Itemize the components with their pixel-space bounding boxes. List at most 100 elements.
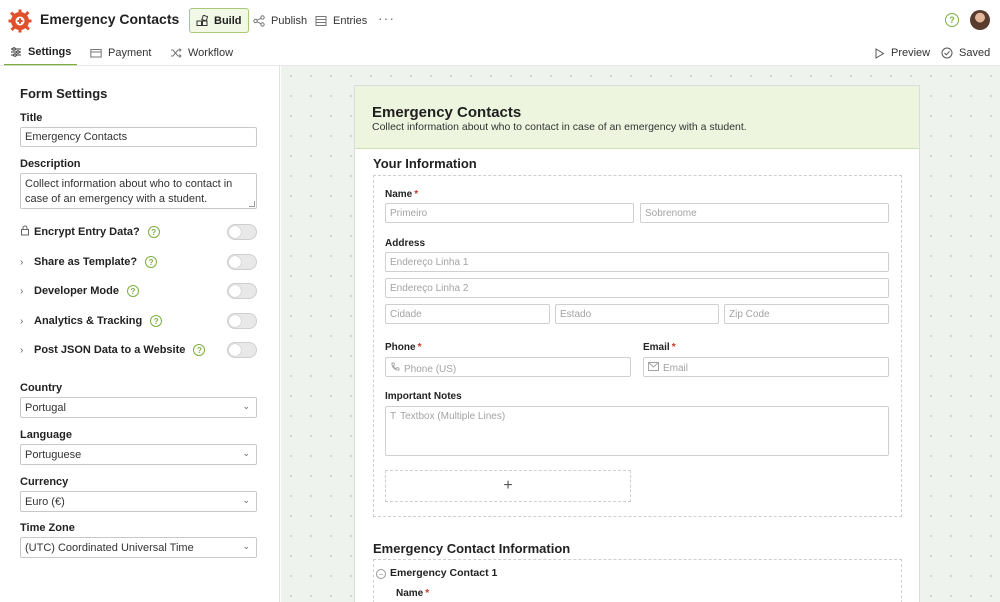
title-label: Title: [20, 112, 43, 124]
required-icon: *: [425, 588, 430, 599]
publish-button[interactable]: Publish: [253, 8, 307, 33]
title-input[interactable]: Emergency Contacts: [20, 127, 257, 147]
contact1-heading[interactable]: Emergency Contact 1: [390, 567, 497, 579]
sliders-icon: [11, 47, 21, 57]
panel-heading: Form Settings: [20, 86, 108, 101]
section-your-info: [373, 175, 902, 517]
email-field[interactable]: Email: [643, 357, 889, 377]
entries-button[interactable]: Entries: [315, 8, 367, 33]
tab-payment-label: Payment: [108, 47, 152, 59]
toggle-label: Share as Template?: [34, 256, 138, 268]
toggle-row-analytics: › Analytics & Tracking ?: [20, 311, 257, 331]
language-label: Language: [20, 429, 72, 441]
section-title-emergency[interactable]: Emergency Contact Information: [373, 541, 570, 556]
chevron-down-icon: ⌄: [242, 448, 250, 458]
country-select[interactable]: Portugal ⌄: [20, 397, 257, 418]
required-icon: *: [671, 342, 676, 353]
email-label-text: Email: [643, 342, 670, 353]
build-icon: [196, 14, 208, 26]
list-icon: [315, 15, 327, 26]
country-value: Portugal: [25, 402, 66, 414]
currency-value: Euro (€): [25, 496, 65, 508]
chevron-down-icon[interactable]: ⌄: [165, 12, 173, 23]
first-name-field[interactable]: Primeiro: [385, 203, 634, 223]
avatar[interactable]: [970, 10, 990, 30]
phone-icon: [390, 362, 400, 375]
name-label: Name *: [385, 189, 418, 200]
help-icon[interactable]: ?: [945, 13, 959, 27]
text-icon: T: [390, 411, 397, 422]
last-name-field[interactable]: Sobrenome: [640, 203, 889, 223]
toggle-label: Analytics & Tracking: [34, 315, 143, 327]
toggle-label: Encrypt Entry Data?: [34, 226, 140, 238]
help-icon[interactable]: ?: [150, 315, 163, 327]
toggle-row-json: › Post JSON Data to a Website ?: [20, 340, 257, 360]
timezone-value: (UTC) Coordinated Universal Time: [25, 542, 194, 554]
address-label: Address: [385, 238, 426, 249]
currency-label: Currency: [20, 476, 69, 488]
help-icon[interactable]: ?: [126, 285, 139, 297]
share-icon: [253, 14, 265, 27]
description-value: Collect information about who to contact…: [25, 178, 233, 205]
form-title: Emergency Contacts: [372, 104, 522, 121]
language-select[interactable]: Portuguese ⌄: [20, 444, 257, 465]
chevron-right-icon[interactable]: ›: [20, 286, 34, 297]
json-toggle[interactable]: [227, 342, 257, 358]
analytics-toggle[interactable]: [227, 313, 257, 329]
timezone-select[interactable]: (UTC) Coordinated Universal Time ⌄: [20, 537, 257, 558]
saved-status: Saved: [941, 40, 990, 66]
form-canvas: Emergency Contacts Collect information a…: [281, 66, 1000, 602]
help-icon[interactable]: ?: [145, 256, 158, 268]
build-button[interactable]: Build: [189, 8, 249, 33]
developer-toggle[interactable]: [227, 283, 257, 299]
chevron-down-icon: ⌄: [242, 495, 250, 505]
required-icon: *: [414, 189, 419, 200]
phone-placeholder: Phone (US): [404, 364, 457, 375]
country-label: Country: [20, 382, 63, 394]
timezone-label: Time Zone: [20, 522, 75, 534]
phone-field[interactable]: Phone (US): [385, 357, 631, 377]
currency-select[interactable]: Euro (€) ⌄: [20, 491, 257, 512]
encrypt-toggle[interactable]: [227, 224, 257, 240]
section-title-your-info[interactable]: Your Information: [373, 156, 477, 171]
collapse-icon[interactable]: −: [376, 569, 386, 579]
lock-icon: [20, 225, 34, 239]
settings-panel: Form Settings Title Emergency Contacts D…: [0, 66, 280, 602]
more-options-icon[interactable]: ···: [378, 10, 395, 26]
phone-label-text: Phone: [385, 342, 416, 353]
email-placeholder: Email: [663, 363, 689, 374]
toggle-label: Post JSON Data to a Website: [34, 344, 186, 356]
chevron-right-icon[interactable]: ›: [20, 345, 34, 356]
publish-label: Publish: [271, 14, 308, 27]
description-label: Description: [20, 158, 81, 170]
shuffle-icon: [171, 48, 182, 58]
notes-textarea[interactable]: T Textbox (Multiple Lines): [385, 406, 889, 456]
form-header[interactable]: Emergency Contacts Collect information a…: [355, 86, 919, 149]
app-logo-icon[interactable]: [8, 9, 32, 33]
app-title[interactable]: Emergency Contacts: [40, 11, 179, 27]
add-field-button[interactable]: +: [385, 470, 631, 502]
tab-workflow-label: Workflow: [188, 47, 234, 59]
description-textarea[interactable]: Collect information about who to contact…: [20, 173, 257, 209]
address-line2-field[interactable]: Endereço Linha 2: [385, 278, 889, 298]
chevron-right-icon[interactable]: ›: [20, 316, 34, 327]
preview-label: Preview: [891, 47, 931, 59]
zip-field[interactable]: Zip Code: [724, 304, 889, 324]
notes-label: Important Notes: [385, 391, 462, 402]
tab-workflow[interactable]: Workflow: [170, 40, 233, 66]
address-line1-field[interactable]: Endereço Linha 1: [385, 252, 889, 272]
template-toggle[interactable]: [227, 254, 257, 270]
toggle-row-encrypt: Encrypt Entry Data? ?: [20, 222, 257, 242]
tab-settings[interactable]: Settings: [4, 40, 78, 66]
state-field[interactable]: Estado: [555, 304, 719, 324]
form-card: Emergency Contacts Collect information a…: [354, 85, 920, 602]
tab-payment[interactable]: Payment: [90, 40, 151, 66]
preview-button[interactable]: Preview: [874, 40, 930, 66]
city-field[interactable]: Cidade: [385, 304, 550, 324]
form-description: Collect information about who to contact…: [372, 121, 747, 133]
help-icon[interactable]: ?: [147, 226, 160, 238]
help-icon[interactable]: ?: [193, 344, 206, 356]
resize-handle-icon[interactable]: [249, 201, 255, 207]
chevron-right-icon[interactable]: ›: [20, 257, 34, 268]
contact1-name-label: Name *: [396, 588, 429, 599]
